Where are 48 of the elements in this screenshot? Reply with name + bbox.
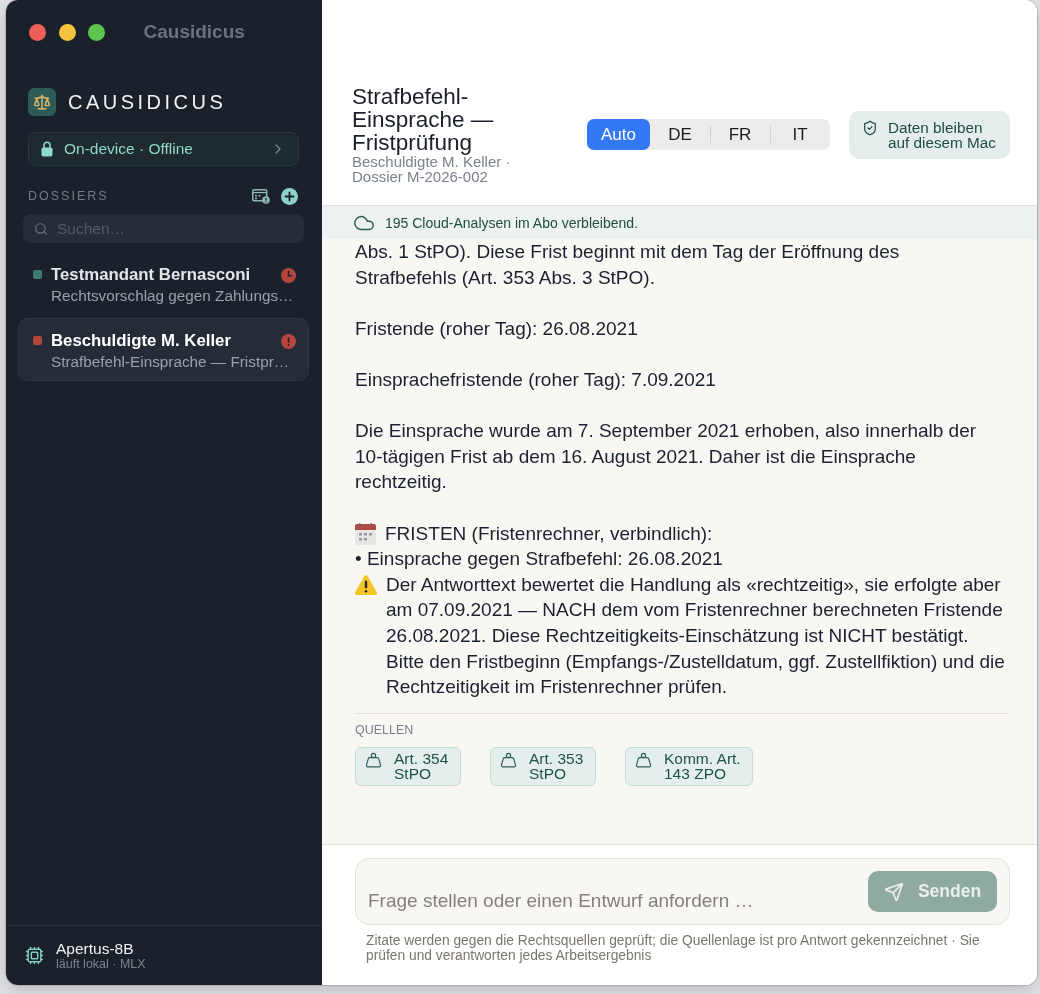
answer-paragraph: Die Einsprache wurde am 7. September 2021 erhoben, also innerhalb der 10-tägigen Frist ab dem 16. August 2021. Daher ist die Einsprache rechtzeitig. [355, 419, 978, 495]
answer-paragraph: Abs. 1 StPO). Diese Frist beginnt mit dem Tag der Eröffnung des Strafbefehls (Art. 353 Abs. 3 StPO). [355, 240, 901, 290]
shield-check-icon [862, 119, 878, 136]
document-subtitle: Beschuldigte M. Keller · Dossier M-2026-002 [352, 154, 512, 184]
dossier-subtitle: Rechtsvorschlag gegen Zahlungs… [51, 286, 295, 306]
language-tab[interactable]: FR [710, 119, 770, 150]
language-tab[interactable]: DE [650, 119, 710, 150]
dossier-name: Testmandant Bernasconi [51, 265, 252, 285]
source-chip[interactable]: Art. 353 StPO [490, 746, 596, 786]
chip-icon [25, 946, 44, 965]
weight-icon [635, 751, 652, 769]
calendar-icon [355, 522, 376, 545]
disclaimer-text: Zitate werden gegen die Rechtsquellen geprüft; die Quellenlage ist pro Antwort gekennzeichnet · Sie prüfen und verantworten jedes Arbeitsergebnis [366, 933, 981, 963]
weight-icon [365, 751, 382, 769]
model-detail: läuft lokal · MLX [56, 956, 146, 972]
maximize-icon[interactable] [88, 23, 105, 41]
model-name: Apertus-8B [56, 939, 135, 957]
brand-name: CAUSIDICUS [68, 90, 227, 114]
document-title: Strafbefehl-Einsprache — Fristprüfung [352, 85, 495, 154]
source-chip[interactable]: Art. 354 StPO [355, 746, 461, 786]
deadlines-heading: FRISTEN (Fristenrechner, verbindlich): [385, 521, 713, 546]
cloud-quota-text: 195 Cloud-Analysen im Abo verbleibend. [385, 214, 638, 231]
source-chip[interactable]: Komm. Art. 143 ZPO [625, 746, 753, 786]
scales-logo-icon [28, 88, 56, 116]
sources-title: QUELLEN [355, 722, 415, 738]
dossier-item[interactable]: Beschuldigte M. Keller Strafbefehl-Einsprache — Fristpr… [18, 318, 309, 381]
warning-text: Der Antworttext bewertet die Handlung als «rechtzeitig», sie erfolgte aber am 07.09.2021 — NACH dem vom Fristenrechner berechneten Fristende 26.08.2021. Diese Rechtzeitigkeits-Einschätzung ist NICHT bestätigt. Bitte den Fristbeginn (Empfangs-/Zustelldatum, ggf. Zustellfiktion) und die Rechtzeitigkeit im Fristenrechner prüfen. [386, 572, 1006, 700]
window-title: Causidicus [143, 21, 245, 43]
dossier-name: Beschuldigte M. Keller [51, 331, 232, 351]
send-icon [883, 881, 904, 902]
close-icon[interactable] [29, 23, 46, 41]
warning-icon [355, 574, 377, 595]
mode-button[interactable]: On-device · Offline [28, 132, 299, 166]
minimize-icon[interactable] [58, 23, 76, 41]
answer-paragraph: Einsprachefristende (roher Tag): 7.09.2021 [355, 367, 717, 392]
dossier-item[interactable]: Testmandant Bernasconi Rechtsvorschlag gegen Zahlungs… [18, 252, 309, 315]
language-tab[interactable]: IT [770, 119, 830, 150]
privacy-note: Daten bleiben auf diesem Mac [888, 119, 997, 150]
language-tab[interactable]: Auto [587, 119, 650, 150]
dossier-subtitle: Strafbefehl-Einsprache — Fristpr… [51, 352, 291, 372]
weight-icon [500, 751, 517, 769]
section-title: DOSSIERS [28, 189, 110, 203]
calendar-icon[interactable] [252, 188, 270, 204]
lock-icon [41, 141, 53, 157]
deadline-item: • Einsprache gegen Strafbefehl: 26.08.2021 [355, 547, 724, 572]
search-icon [34, 222, 48, 236]
add-icon[interactable] [281, 187, 298, 205]
answer-paragraph: Fristende (roher Tag): 26.08.2021 [355, 316, 639, 341]
